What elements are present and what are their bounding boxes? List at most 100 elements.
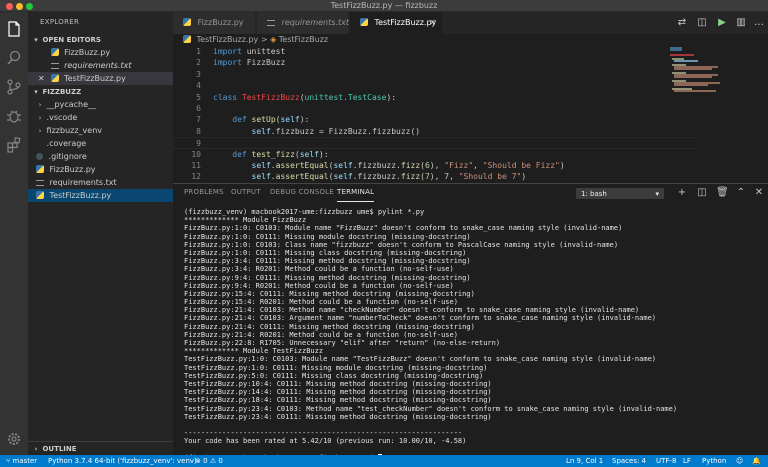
code-line[interactable]: 8 self.fizzbuzz = FizzBuzz.fizzbuzz() <box>173 126 698 138</box>
open-editor-item[interactable]: ✕ TestFizzBuzz.py <box>28 72 173 85</box>
code-line[interactable]: 9 <box>173 137 698 150</box>
terminal-line: FizzBuzz.py:3:4: R0201: Method could be … <box>184 265 454 274</box>
tree-item-file[interactable]: FizzBuzz.py <box>28 163 173 176</box>
minimap[interactable] <box>668 46 728 96</box>
extensions-icon[interactable] <box>5 136 23 154</box>
git-icon <box>36 153 43 160</box>
trash-icon[interactable]: 🗑 <box>716 187 729 199</box>
warning-icon: ⚠ <box>209 457 217 465</box>
code-line[interactable]: 5 class TestFizzBuzz(unittest.TestCase): <box>173 92 698 104</box>
code-line[interactable]: 11 self.assertEqual(self.fizzbuzz.fizz(6… <box>173 160 698 172</box>
line-number: 10 <box>191 149 201 159</box>
run-icon[interactable]: ▶ <box>716 17 728 29</box>
line-number: 12 <box>191 172 201 182</box>
gear-icon[interactable] <box>5 430 23 448</box>
close-icon[interactable]: ✕ <box>38 72 48 85</box>
breadcrumb-symbol[interactable]: TestFizzBuzz <box>279 35 328 44</box>
terminal-line: TestFizzBuzz.py:14:4: C0111: Missing met… <box>184 388 492 397</box>
terminal-line: (fizzbuzz_venv) macbook2017-ume:fizzbuzz… <box>184 208 425 216</box>
terminal-line: TestFizzBuzz.py:18:4: C0111: Missing met… <box>184 396 492 405</box>
code-text: def test_fizz(self): <box>232 149 329 159</box>
files-icon[interactable] <box>5 20 23 38</box>
cursor-position[interactable]: Ln 9, Col 1 <box>566 455 603 467</box>
tab-problems[interactable]: PROBLEMS <box>184 188 224 202</box>
code-line[interactable]: 7 def setUp(self): <box>173 114 698 126</box>
chevron-down-icon: ▾ <box>34 88 38 96</box>
text-file-icon <box>36 180 44 186</box>
tab-output[interactable]: OUTPUT <box>231 188 261 202</box>
code-line[interactable]: 12 self.assertEqual(self.fizzbuzz.fizz(7… <box>173 171 698 183</box>
terminal-line: FizzBuzz.py:21:4: C0103: Argument name "… <box>184 314 657 323</box>
encoding-status[interactable]: UTF-8 <box>656 455 676 467</box>
terminal-line: TestFizzBuzz.py:1:0: C0103: Module name … <box>184 355 657 364</box>
terminal-line: FizzBuzz.py:9:4: R0201: Method could be … <box>184 281 454 290</box>
code-line[interactable]: 2 import FizzBuzz <box>173 57 698 69</box>
source-control-icon[interactable] <box>5 78 23 96</box>
python-file-icon <box>36 191 44 199</box>
open-editor-item[interactable]: requirements.txt <box>28 59 173 72</box>
feedback-icon[interactable]: ☺ <box>736 455 743 467</box>
python-file-icon <box>360 18 368 26</box>
branch-status[interactable]: ⑂ master <box>6 455 37 467</box>
code-line[interactable]: 6 <box>173 103 698 115</box>
tree-item-file[interactable]: TestFizzBuzz.py <box>28 189 173 202</box>
tree-item-folder[interactable]: › .vscode <box>28 111 173 124</box>
code-line[interactable]: 3 <box>173 69 698 81</box>
folder-header[interactable]: ▾ FIZZBUZZ <box>28 86 173 98</box>
code-line[interactable]: 10 def test_fizz(self): <box>173 149 698 161</box>
explorer-sidebar: EXPLORER ▾ OPEN EDITORS FizzBuzz.py requ… <box>28 12 173 455</box>
tab-debug-console[interactable]: DEBUG CONSOLE <box>270 188 334 202</box>
text-file-icon <box>267 20 275 26</box>
problems-status[interactable]: ⊗ 0 ⚠ 0 <box>195 455 223 467</box>
debug-icon[interactable] <box>5 107 23 125</box>
bell-icon[interactable]: 🔔 <box>752 455 761 467</box>
code-text: class TestFizzBuzz(unittest.TestCase): <box>213 92 397 102</box>
terminal-line: FizzBuzz.py:15:4: R0201: Method could be… <box>184 298 458 307</box>
code-line[interactable]: 1 import unittest <box>173 46 698 58</box>
open-editor-item[interactable]: FizzBuzz.py <box>28 46 173 59</box>
window-title: TestFizzBuzz.py — fizzbuzz <box>330 1 438 10</box>
line-number: 1 <box>196 47 201 56</box>
close-icon[interactable]: ✕ <box>429 12 436 34</box>
more-actions-icon[interactable]: … <box>753 17 765 29</box>
terminal-line: TestFizzBuzz.py:23:4: C0111: Missing met… <box>184 412 492 421</box>
terminal-line: ----------------------------------------… <box>184 429 463 438</box>
tab-testfizzbuzz[interactable]: TestFizzBuzz.py ✕ <box>350 12 443 34</box>
terminal-output[interactable]: (fizzbuzz_venv) macbook2017-ume:fizzbuzz… <box>184 208 764 462</box>
tree-item-folder[interactable]: › __pycache__ <box>28 98 173 111</box>
chevron-up-icon[interactable]: ⌃ <box>735 187 747 199</box>
class-symbol-icon: ◈ <box>270 35 277 44</box>
terminal-line: FizzBuzz.py:15:4: C0111: Missing method … <box>184 289 475 298</box>
code-text: import unittest <box>213 47 286 56</box>
breadcrumb-file[interactable]: TestFizzBuzz.py <box>197 35 259 44</box>
interpreter-status[interactable]: Python 3.7.4 64-bit ('fizzbuzz_venv': ve… <box>48 455 197 467</box>
chevron-down-icon: ▾ <box>655 190 659 198</box>
compare-icon[interactable]: ⇄ <box>676 17 688 29</box>
tab-fizzbuzz[interactable]: FizzBuzz.py <box>173 12 256 34</box>
split-terminal-icon[interactable]: ◫ <box>696 187 708 199</box>
git-branch-icon: ⑂ <box>6 457 11 465</box>
tree-item-file[interactable]: .gitignore <box>28 150 173 163</box>
terminal-line: ************* Module TestFizzBuzz <box>184 347 324 356</box>
tree-item-file[interactable]: requirements.txt <box>28 176 173 189</box>
code-line[interactable]: 4 <box>173 80 698 92</box>
split-editor-icon[interactable]: ▥ <box>735 17 747 29</box>
terminal-select[interactable]: 1: bash ▾ <box>576 188 664 199</box>
code-text: self.assertEqual(self.fizzbuzz.fizz(7), … <box>251 172 527 182</box>
code-text: def setUp(self): <box>232 115 310 125</box>
open-editors-header[interactable]: ▾ OPEN EDITORS <box>28 34 173 46</box>
tree-item-folder[interactable]: › fizzbuzz_venv <box>28 124 173 137</box>
open-preview-icon[interactable]: ◫ <box>696 17 708 29</box>
indentation-status[interactable]: Spaces: 4 <box>612 455 646 467</box>
search-icon[interactable] <box>5 49 23 67</box>
new-terminal-icon[interactable]: + <box>676 187 688 199</box>
close-icon[interactable]: ✕ <box>753 187 765 199</box>
chevron-right-icon: › <box>34 445 38 453</box>
language-status[interactable]: Python <box>702 455 726 467</box>
tab-terminal[interactable]: TERMINAL <box>337 188 375 202</box>
eol-status[interactable]: LF <box>683 455 691 467</box>
tab-requirements[interactable]: requirements.txt <box>257 12 349 34</box>
outline-header[interactable]: › OUTLINE <box>28 441 173 455</box>
tree-item-file[interactable]: .coverage <box>28 137 173 150</box>
